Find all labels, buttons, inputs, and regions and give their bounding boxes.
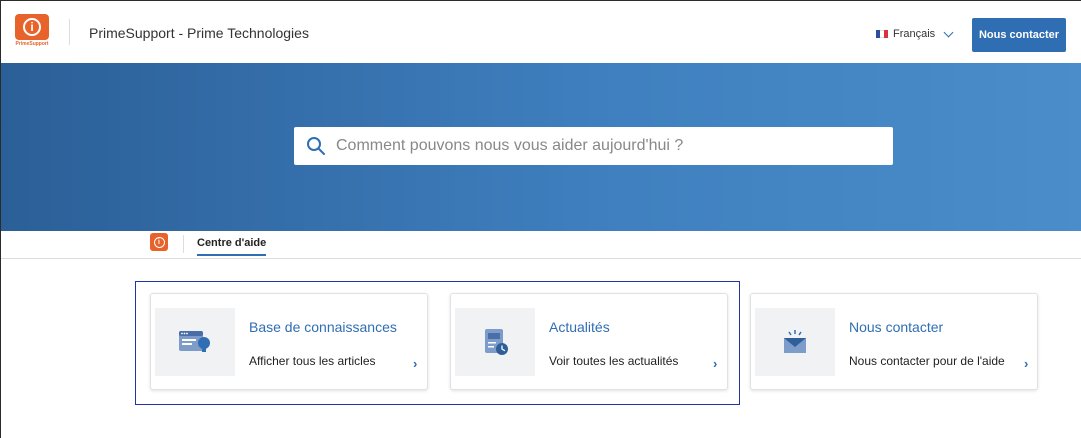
hero-banner: Comment pouvons nous vous aider aujourd'…	[1, 63, 1081, 231]
envelope-icon	[784, 330, 806, 353]
card-title[interactable]: Actualités	[549, 319, 610, 335]
site-title[interactable]: PrimeSupport - Prime Technologies	[89, 25, 309, 41]
news-icon	[485, 329, 508, 355]
card-knowledge-base[interactable]: Base de connaissances Afficher tous les …	[150, 293, 428, 390]
card-icon-box	[155, 308, 235, 376]
logo-mark: i	[15, 14, 49, 40]
help-center-nav: i Centre d'aide	[1, 231, 1081, 259]
language-label: Français	[893, 28, 936, 40]
card-icon-box	[455, 308, 535, 376]
knowledge-base-icon	[179, 331, 210, 352]
info-icon: i	[23, 18, 41, 36]
search-input[interactable]: Comment pouvons nous vous aider aujourd'…	[294, 127, 893, 165]
language-selector[interactable]: Français	[876, 27, 954, 40]
chevron-right-icon[interactable]: ›	[413, 356, 417, 371]
logo-text: PrimeSupport	[15, 41, 49, 47]
card-title[interactable]: Base de connaissances	[249, 319, 397, 335]
search-icon	[307, 137, 325, 155]
nav-logo-icon[interactable]: i	[150, 233, 168, 251]
chevron-down-icon	[943, 27, 954, 37]
nav-divider	[183, 235, 184, 253]
card-subtitle[interactable]: Voir toutes les actualités	[549, 354, 678, 368]
french-flag-icon	[876, 30, 888, 38]
chevron-right-icon[interactable]: ›	[713, 356, 717, 371]
page: i PrimeSupport PrimeSupport - Prime Tech…	[0, 0, 1081, 438]
top-header: i PrimeSupport PrimeSupport - Prime Tech…	[1, 1, 1081, 63]
card-contact[interactable]: Nous contacter Nous contacter pour de l'…	[750, 293, 1038, 390]
header-divider	[69, 19, 70, 45]
primesupport-logo[interactable]: i PrimeSupport	[11, 11, 53, 53]
card-icon-box	[755, 308, 835, 376]
card-news[interactable]: Actualités Voir toutes les actualités ›	[450, 293, 728, 390]
tab-help-center[interactable]: Centre d'aide	[197, 237, 267, 256]
card-subtitle[interactable]: Afficher tous les articles	[249, 354, 376, 368]
chevron-right-icon[interactable]: ›	[1024, 356, 1028, 371]
info-icon: i	[153, 236, 165, 248]
card-title[interactable]: Nous contacter	[849, 319, 943, 335]
card-subtitle[interactable]: Nous contacter pour de l'aide	[849, 354, 1005, 368]
search-placeholder: Comment pouvons nous vous aider aujourd'…	[336, 137, 684, 154]
contact-us-button[interactable]: Nous contacter	[972, 18, 1066, 52]
